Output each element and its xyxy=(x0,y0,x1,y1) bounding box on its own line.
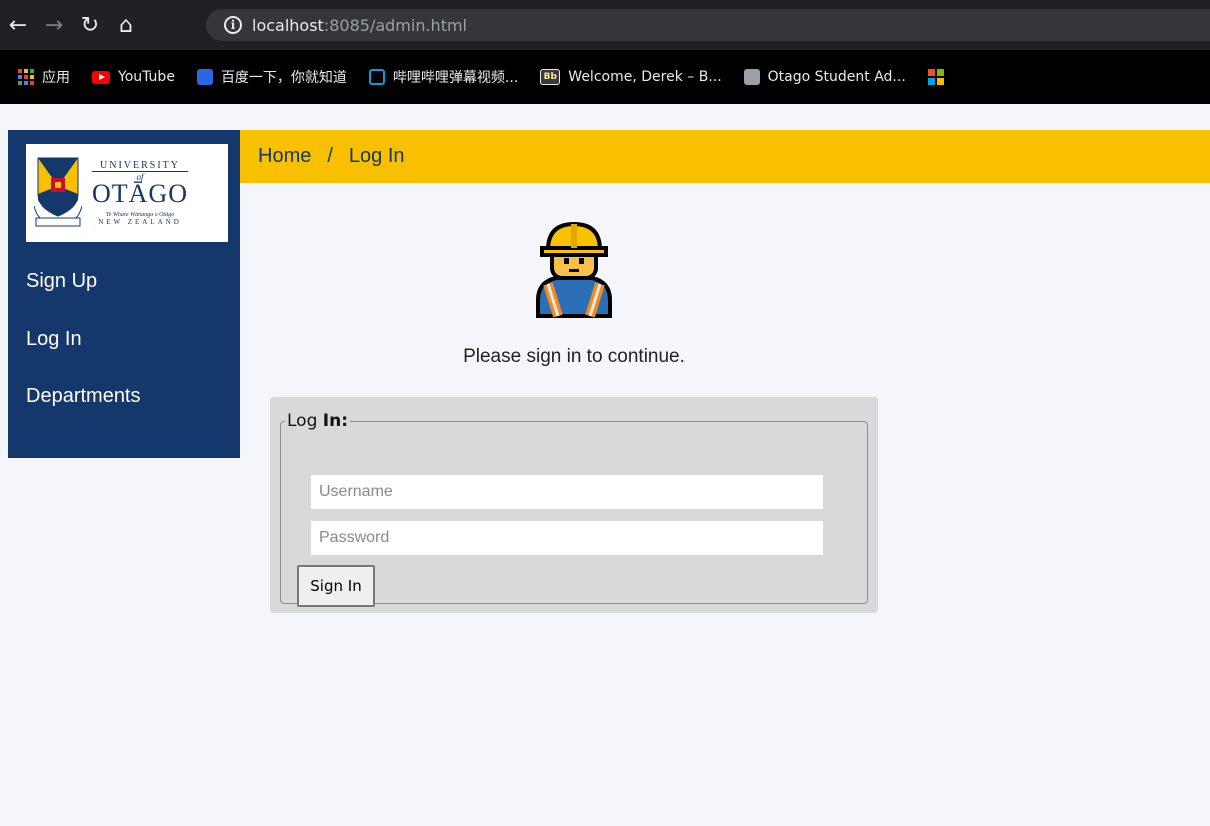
login-panel: Log In: Sign In xyxy=(270,397,878,613)
username-input[interactable] xyxy=(311,475,823,509)
logo-line-otago: OTĀGO xyxy=(92,179,188,208)
blackboard-icon: Bb xyxy=(540,69,561,85)
bookmark-label: 百度一下，你就知道 xyxy=(220,70,347,86)
logo-line-university: UNIVERSITY xyxy=(92,160,188,172)
legend-bold: In: xyxy=(322,411,349,431)
bookmark-microsoft[interactable] xyxy=(927,69,952,85)
bookmark-youtube[interactable]: YouTube xyxy=(92,69,175,85)
legend-prefix: Log xyxy=(287,411,323,431)
back-arrow-icon[interactable]: ← xyxy=(0,7,36,43)
bookmark-label: 应用 xyxy=(42,70,70,86)
address-bar[interactable]: i localhost:8085/admin.html xyxy=(206,9,1210,41)
apps-grid-icon xyxy=(18,69,34,85)
sign-in-prompt: Please sign in to continue. xyxy=(463,346,685,367)
bookmark-otago-student[interactable]: Otago Student Ad... xyxy=(743,69,906,85)
sign-in-button[interactable]: Sign In xyxy=(297,565,375,607)
bookmark-blackboard[interactable]: Bb Welcome, Derek – B... xyxy=(540,69,722,85)
logo-wordmark: UNIVERSITY of OTĀGO Te Whare Wānanga o O… xyxy=(92,160,188,226)
breadcrumb-current: Log In xyxy=(348,145,405,167)
forward-arrow-icon[interactable]: → xyxy=(36,7,72,43)
bookmark-apps[interactable]: 应用 xyxy=(18,67,70,87)
info-icon[interactable]: i xyxy=(224,16,242,34)
breadcrumb: Home / Log In xyxy=(240,130,1210,183)
browser-toolbar: ← → ↻ ⌂ i localhost:8085/admin.html xyxy=(0,0,1210,50)
url-text[interactable]: localhost:8085/admin.html xyxy=(252,16,467,35)
bookmark-bilibili[interactable]: 哔哩哔哩弹幕视频... xyxy=(368,67,519,87)
university-logo[interactable]: UNIVERSITY of OTĀGO Te Whare Wānanga o O… xyxy=(26,144,228,242)
baidu-paw-icon xyxy=(196,69,213,85)
microsoft-icon xyxy=(927,69,944,85)
bookmark-label: 哔哩哔哩弹幕视频... xyxy=(392,70,519,86)
university-crest-icon xyxy=(34,157,82,227)
bookmark-baidu[interactable]: 百度一下，你就知道 xyxy=(196,67,347,87)
bookmark-label: Welcome, Derek – B... xyxy=(568,69,722,85)
bookmarks-bar: 应用 YouTube 百度一下，你就知道 哔哩哔哩弹幕视频... Bb Welc… xyxy=(0,50,1210,104)
url-host: localhost xyxy=(252,15,324,35)
construction-worker-icon xyxy=(536,221,612,318)
bookmark-label: YouTube xyxy=(118,69,175,85)
sidebar-item-sign-up[interactable]: Sign Up xyxy=(26,270,97,293)
bookmark-label: Otago Student Ad... xyxy=(767,69,906,85)
globe-icon xyxy=(743,69,760,85)
sidebar-item-departments[interactable]: Departments xyxy=(26,385,141,408)
youtube-icon xyxy=(92,70,110,84)
url-path: :8085/admin.html xyxy=(323,15,467,35)
logo-line-country: NEW ZEALAND xyxy=(98,218,182,226)
breadcrumb-separator: / xyxy=(327,145,333,167)
sidebar-item-log-in[interactable]: Log In xyxy=(26,328,82,351)
reload-icon[interactable]: ↻ xyxy=(72,7,108,43)
breadcrumb-home[interactable]: Home xyxy=(258,145,311,168)
login-fieldset: Log In: Sign In xyxy=(280,411,868,607)
login-legend: Log In: xyxy=(285,411,350,431)
password-input[interactable] xyxy=(311,521,823,555)
bilibili-tv-icon xyxy=(368,69,385,85)
home-icon[interactable]: ⌂ xyxy=(108,7,144,43)
sidebar: UNIVERSITY of OTĀGO Te Whare Wānanga o O… xyxy=(8,130,240,458)
